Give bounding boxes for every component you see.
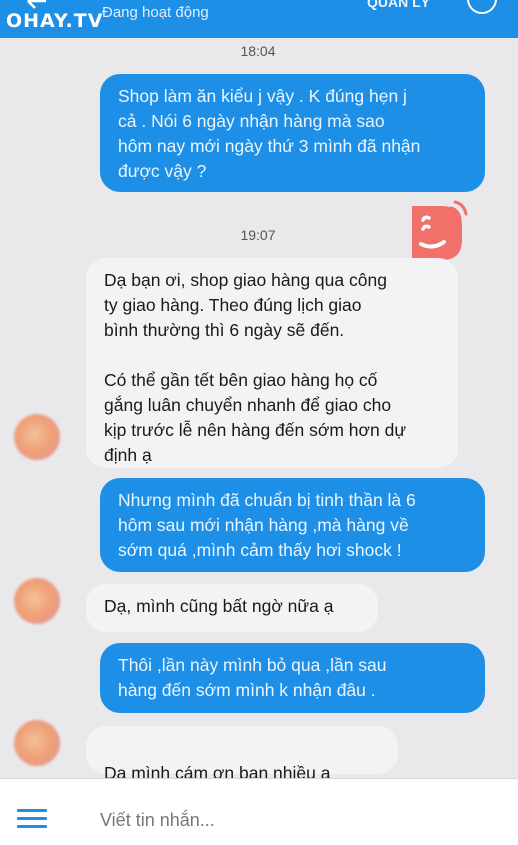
info-icon[interactable] xyxy=(467,0,497,14)
incoming-message[interactable]: Dạ mình cám ơn bạn nhiều ạ ❤ xyxy=(86,726,398,808)
sticker-icon[interactable] xyxy=(404,200,468,264)
composer-bar: Viết tin nhắn... xyxy=(0,778,518,845)
timestamp: 19:07 xyxy=(240,227,276,243)
top-bar: OHAY.TV Đang hoạt động QUẢN LÝ xyxy=(0,0,518,38)
avatar[interactable] xyxy=(14,720,60,766)
active-status: Đang hoạt động xyxy=(102,4,209,21)
avatar[interactable] xyxy=(14,414,60,460)
outgoing-message[interactable]: Thôi ,lần này mình bỏ qua ,lần sau hàng … xyxy=(100,643,485,713)
timestamp: 18:04 xyxy=(240,43,276,59)
conversation[interactable]: 18:04 Shop làm ăn kiểu j vậy . K đúng hẹ… xyxy=(0,38,518,808)
outgoing-message[interactable]: Nhưng mình đã chuẩn bị tinh thần là 6 hô… xyxy=(100,478,485,572)
back-arrow-icon[interactable] xyxy=(26,0,48,10)
incoming-message[interactable]: Dạ bạn ơi, shop giao hàng qua công ty gi… xyxy=(86,258,458,468)
avatar[interactable] xyxy=(14,578,60,624)
manager-button[interactable]: QUẢN LÝ xyxy=(367,0,430,10)
message-input[interactable]: Viết tin nhắn... xyxy=(100,810,215,831)
incoming-message[interactable]: Dạ, mình cũng bất ngờ nữa ạ xyxy=(86,584,378,632)
watermark-logo: OHAY.TV xyxy=(6,10,104,32)
menu-icon[interactable] xyxy=(17,809,47,829)
outgoing-message[interactable]: Shop làm ăn kiểu j vậy . K đúng hẹn j cả… xyxy=(100,74,485,192)
